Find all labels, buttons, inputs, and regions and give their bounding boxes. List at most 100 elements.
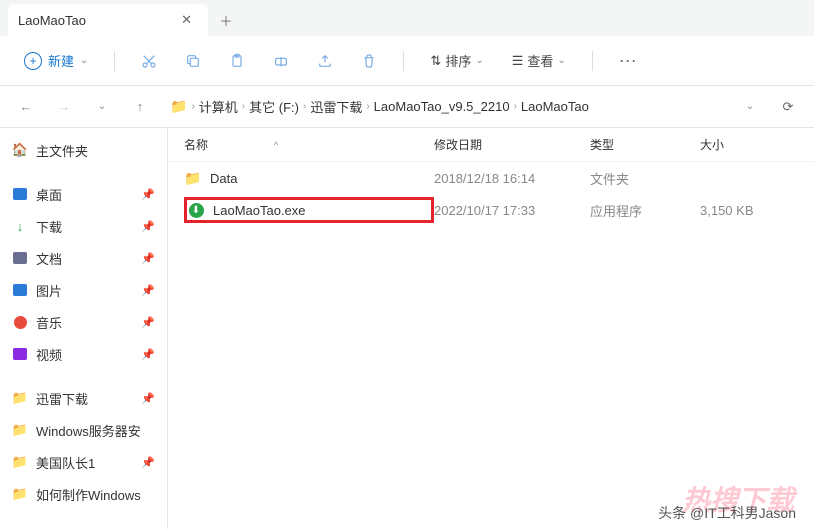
back-button[interactable]: ←: [12, 93, 40, 121]
chevron-down-icon: ⌄: [557, 55, 565, 66]
sidebar-home[interactable]: 🏠 主文件夹: [0, 134, 167, 166]
home-icon: 🏠: [12, 142, 28, 158]
file-list: 名称 ^ 修改日期 类型 大小 📁 Data 2018/12/18 16:14 …: [168, 128, 814, 529]
new-button[interactable]: + 新建 ⌄: [14, 45, 98, 76]
pin-icon: 📌: [141, 456, 155, 469]
file-size: 3,150 KB: [700, 203, 790, 218]
view-icon: ☰: [512, 53, 524, 69]
tab-active[interactable]: LaoMaoTao ✕: [8, 4, 208, 36]
breadcrumb-item[interactable]: 迅雷下载: [310, 97, 362, 116]
sidebar: 🏠 主文件夹 桌面 📌 ↓ 下载 📌 文档 📌 图片 📌 音乐 📌: [0, 128, 168, 529]
file-type: 应用程序: [590, 201, 700, 220]
sort-button[interactable]: ⇅ 排序 ⌄: [420, 45, 493, 76]
paste-icon[interactable]: [219, 43, 255, 79]
toolbar: + 新建 ⌄ ⇅ 排序 ⌄ ☰ 查看 ⌄ ···: [0, 36, 814, 86]
sort-label: 排序: [445, 51, 471, 70]
column-size[interactable]: 大小: [700, 136, 790, 153]
sidebar-folder[interactable]: 📁 Windows服务器安: [0, 414, 167, 446]
pin-icon: 📌: [141, 348, 155, 361]
view-button[interactable]: ☰ 查看 ⌄: [502, 45, 576, 76]
exe-icon: ⬇: [187, 201, 205, 219]
refresh-button[interactable]: ⟳: [774, 99, 802, 115]
share-icon[interactable]: [307, 43, 343, 79]
sort-icon: ⇅: [430, 53, 441, 69]
nav-bar: ← → ⌄ ↑ 📁 › 计算机 › 其它 (F:) › 迅雷下载 › LaoMa…: [0, 86, 814, 128]
column-label: 大小: [700, 138, 724, 152]
file-type: 文件夹: [590, 169, 700, 188]
rename-icon[interactable]: [263, 43, 299, 79]
column-name[interactable]: 名称 ^: [184, 136, 434, 153]
copy-icon[interactable]: [175, 43, 211, 79]
delete-icon[interactable]: [351, 43, 387, 79]
file-row-highlighted[interactable]: ⬇ LaoMaoTao.exe 2022/10/17 17:33 应用程序 3,…: [168, 194, 814, 226]
watermark: 头条 @IT工科男Jason: [658, 503, 796, 523]
file-date: 2022/10/17 17:33: [434, 203, 590, 218]
chevron-down-icon[interactable]: ⌄: [88, 93, 116, 121]
sidebar-item-desktop[interactable]: 桌面 📌: [0, 178, 167, 210]
breadcrumb-item[interactable]: LaoMaoTao: [521, 99, 589, 114]
music-icon: [12, 314, 28, 330]
sidebar-item-label: 文档: [36, 249, 62, 268]
column-date[interactable]: 修改日期: [434, 136, 590, 153]
forward-button[interactable]: →: [50, 93, 78, 121]
column-label: 类型: [590, 138, 614, 152]
chevron-right-icon: ›: [191, 101, 194, 112]
sidebar-folder[interactable]: 📁 迅雷下载 📌: [0, 382, 167, 414]
sidebar-item-label: 迅雷下载: [36, 389, 88, 408]
file-date: 2018/12/18 16:14: [434, 171, 590, 186]
sidebar-item-documents[interactable]: 文档 📌: [0, 242, 167, 274]
more-button[interactable]: ···: [609, 50, 647, 71]
view-label: 查看: [527, 51, 553, 70]
file-name: LaoMaoTao.exe: [213, 203, 306, 218]
column-headers: 名称 ^ 修改日期 类型 大小: [168, 128, 814, 162]
folder-icon: 📁: [12, 390, 28, 406]
sidebar-item-videos[interactable]: 视频 📌: [0, 338, 167, 370]
chevron-right-icon: ›: [303, 101, 306, 112]
video-icon: [12, 346, 28, 362]
folder-icon: 📁: [12, 486, 28, 502]
column-label: 名称: [184, 136, 208, 153]
breadcrumb-item[interactable]: 计算机: [199, 97, 238, 116]
sidebar-folder[interactable]: 📁 如何制作Windows: [0, 478, 167, 510]
breadcrumb-item[interactable]: 其它 (F:): [249, 97, 299, 116]
chevron-down-icon: ⌄: [80, 55, 88, 66]
sidebar-item-label: 下载: [36, 217, 62, 236]
sidebar-item-music[interactable]: 音乐 📌: [0, 306, 167, 338]
folder-icon: 📁: [12, 454, 28, 470]
up-button[interactable]: ↑: [126, 93, 154, 121]
pin-icon: 📌: [141, 316, 155, 329]
sidebar-item-label: 音乐: [36, 313, 62, 332]
sidebar-item-label: 主文件夹: [36, 141, 88, 160]
sidebar-item-label: 桌面: [36, 185, 62, 204]
sidebar-item-label: Windows服务器安: [36, 421, 141, 440]
new-button-label: 新建: [48, 51, 74, 70]
document-icon: [12, 250, 28, 266]
folder-icon: 📁: [170, 98, 187, 115]
new-tab-button[interactable]: ＋: [208, 4, 244, 36]
sidebar-folder[interactable]: 📁 美国队长1 📌: [0, 446, 167, 478]
tab-title: LaoMaoTao: [18, 13, 86, 28]
download-icon: ↓: [12, 218, 28, 234]
sidebar-item-label: 视频: [36, 345, 62, 364]
sidebar-item-pictures[interactable]: 图片 📌: [0, 274, 167, 306]
column-type[interactable]: 类型: [590, 136, 700, 153]
chevron-right-icon: ›: [514, 101, 517, 112]
sidebar-item-label: 图片: [36, 281, 62, 300]
breadcrumb[interactable]: 📁 › 计算机 › 其它 (F:) › 迅雷下载 › LaoMaoTao_v9.…: [164, 97, 726, 116]
desktop-icon: [12, 186, 28, 202]
sort-indicator-icon: ^: [274, 140, 278, 150]
plus-circle-icon: +: [24, 52, 42, 70]
close-icon[interactable]: ✕: [175, 10, 198, 30]
sidebar-item-label: 美国队长1: [36, 453, 95, 472]
pin-icon: 📌: [141, 284, 155, 297]
sidebar-item-downloads[interactable]: ↓ 下载 📌: [0, 210, 167, 242]
cut-icon[interactable]: [131, 43, 167, 79]
pictures-icon: [12, 282, 28, 298]
sidebar-item-label: 如何制作Windows: [36, 485, 141, 504]
file-name: Data: [210, 171, 237, 186]
chevron-right-icon: ›: [242, 101, 245, 112]
folder-icon: 📁: [12, 422, 28, 438]
file-row[interactable]: 📁 Data 2018/12/18 16:14 文件夹: [168, 162, 814, 194]
chevron-down-icon[interactable]: ⌄: [736, 93, 764, 121]
breadcrumb-item[interactable]: LaoMaoTao_v9.5_2210: [374, 99, 510, 114]
